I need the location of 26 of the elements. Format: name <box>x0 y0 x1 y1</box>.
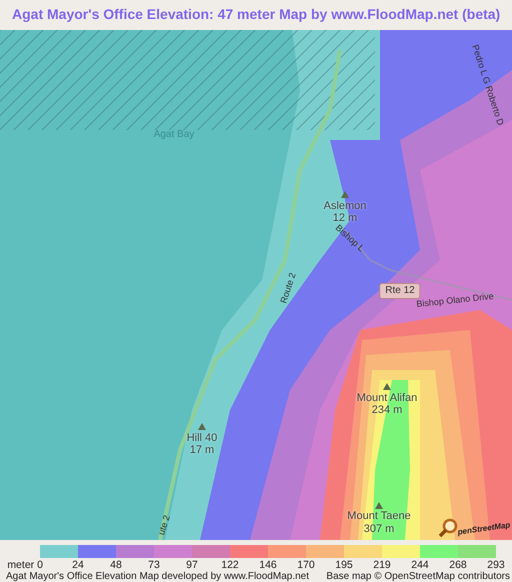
place-label: 17 m <box>190 444 214 456</box>
legend-tick: 219 <box>373 559 391 571</box>
legend-tick: 170 <box>297 559 315 571</box>
road-label: ute 2 <box>155 514 173 536</box>
legend-tick: 293 <box>487 559 505 571</box>
legend-tick: 97 <box>186 559 198 571</box>
attribution-logo: penStreetMap <box>456 519 512 539</box>
place-label: 12 m <box>332 212 358 224</box>
place-label: Hill 40 <box>186 432 218 444</box>
map-title: Agat Mayor's Office Elevation: 47 meter Map by www.FloodMap.net (beta) <box>12 6 500 22</box>
road-label: Route 2 <box>277 271 299 305</box>
legend-tick: 73 <box>148 559 160 571</box>
road-shield: Rte 12 <box>379 283 421 299</box>
road-label: Pedro L G Roberto D <box>469 43 507 127</box>
legend-tick: 268 <box>449 559 467 571</box>
legend-tick: 244 <box>411 559 429 571</box>
attribution-text: Base map © OpenStreetMap contributors <box>326 571 510 582</box>
magnifier-icon <box>438 518 458 538</box>
legend-tick: 122 <box>221 559 239 571</box>
legend-unit: meter <box>7 559 34 571</box>
credit-text: Agat Mayor's Office Elevation Map developed by www.FloodMap.net <box>6 571 309 582</box>
legend-tick: 146 <box>259 559 277 571</box>
legend-tick: 48 <box>110 559 122 571</box>
legend-tick: 0 <box>37 559 43 571</box>
legend-tick: 24 <box>72 559 84 571</box>
legend-tick: 195 <box>335 559 353 571</box>
